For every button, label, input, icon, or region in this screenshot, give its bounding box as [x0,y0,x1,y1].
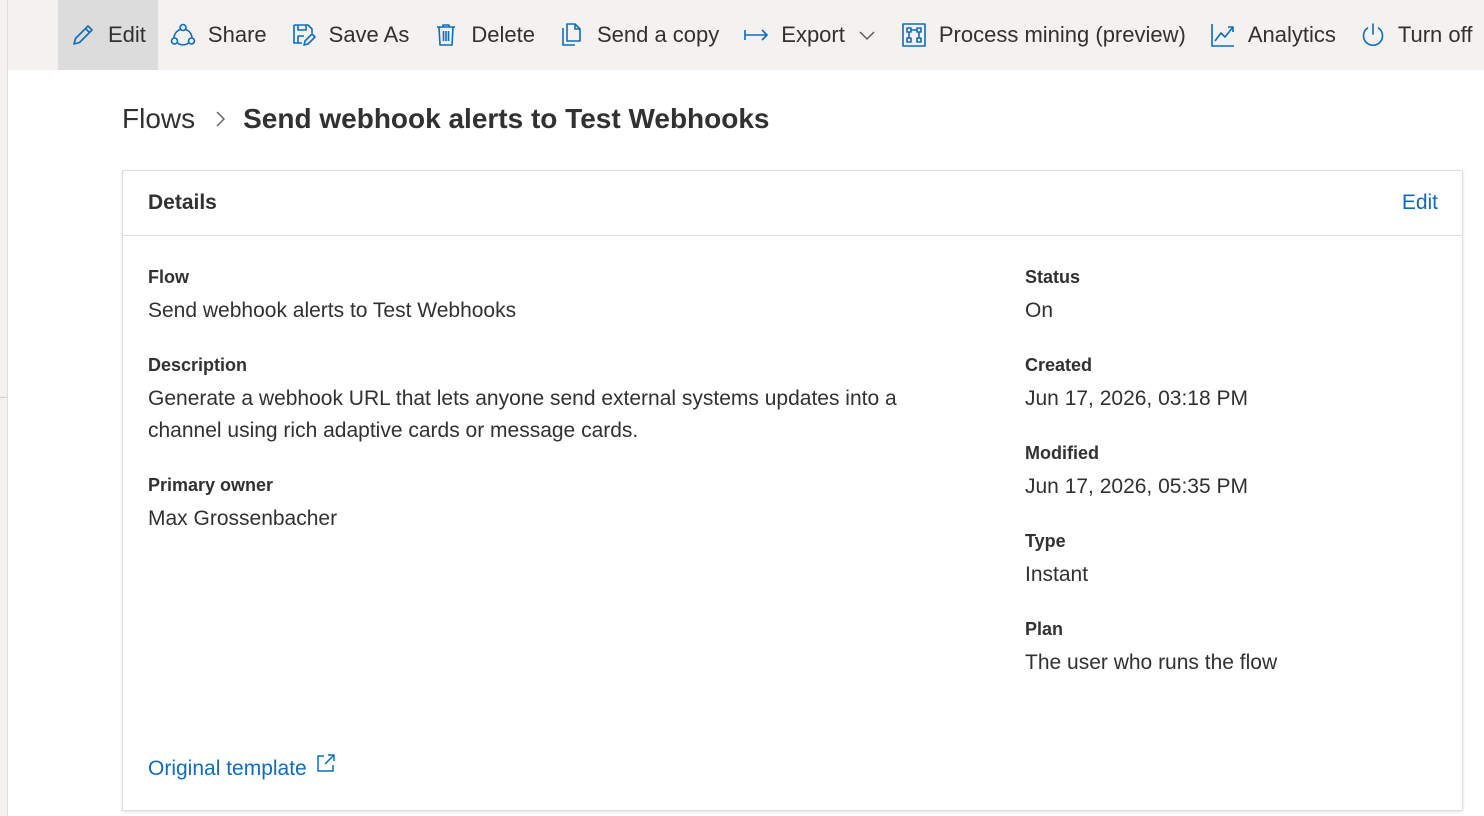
analytics-chart-icon [1210,22,1236,48]
status-field: Status On [1025,265,1445,327]
process-mining-label: Process mining (preview) [938,22,1186,47]
turn-off-label: Turn off [1397,22,1473,47]
original-template-link[interactable]: Original template [148,754,337,781]
owner-label: Primary owner [148,475,274,495]
main-content: Edit Share Save As Delete Send a copy Ex… [8,0,1484,816]
flow-label: Flow [148,267,189,287]
export-arrow-icon [743,22,769,48]
process-mining-icon [901,22,927,48]
plan-field: Plan The user who runs the flow [1025,617,1445,679]
external-link-icon [315,752,337,774]
left-nav-edge [0,0,8,816]
pencil-icon [70,22,96,48]
flow-value: Send webhook alerts to Test Webhooks [148,299,517,322]
turn-off-button[interactable]: Turn off [1348,0,1484,70]
flow-field: Flow Send webhook alerts to Test Webhook… [148,265,968,327]
chevron-down-icon [857,25,877,45]
send-copy-label: Send a copy [596,22,720,47]
process-mining-button[interactable]: Process mining (preview) [889,0,1198,70]
type-field: Type Instant [1025,529,1445,591]
export-label: Export [781,22,845,47]
save-as-button[interactable]: Save As [279,0,422,70]
delete-label: Delete [471,22,535,47]
created-label: Created [1025,355,1093,375]
breadcrumb: Flows Send webhook alerts to Test Webhoo… [122,96,770,142]
status-value: On [1025,299,1054,322]
plan-value: The user who runs the flow [1025,651,1278,674]
owner-field: Primary owner Max Grossenbacher [148,473,968,535]
edit-label: Edit [108,22,146,47]
chevron-right-icon [211,110,229,128]
details-edit-link[interactable]: Edit [1402,191,1438,215]
created-field: Created Jun 17, 2026, 03:18 PM [1025,353,1445,415]
owner-value: Max Grossenbacher [148,507,338,530]
status-label: Status [1025,267,1081,287]
created-value: Jun 17, 2026, 03:18 PM [1025,387,1248,410]
edit-button[interactable]: Edit [58,0,158,70]
analytics-label: Analytics [1247,22,1336,47]
delete-button[interactable]: Delete [421,0,547,70]
details-card: Details Edit Flow Send webhook alerts to… [122,170,1463,811]
analytics-button[interactable]: Analytics [1198,0,1348,70]
share-button[interactable]: Share [158,0,279,70]
export-button[interactable]: Export [731,0,889,70]
description-label: Description [148,355,248,375]
breadcrumb-flows-link[interactable]: Flows [122,103,195,135]
details-card-header: Details Edit [123,171,1462,236]
share-label: Share [207,22,267,47]
description-field: Description Generate a webhook URL that … [148,353,948,447]
copy-icon [559,22,585,48]
save-as-icon [291,22,317,48]
power-icon [1360,22,1386,48]
details-title: Details [148,191,217,214]
trash-icon [433,22,459,48]
page-title: Send webhook alerts to Test Webhooks [243,103,770,134]
share-icon [170,22,196,48]
type-label: Type [1025,531,1066,551]
save-as-label: Save As [328,22,410,47]
command-bar: Edit Share Save As Delete Send a copy Ex… [8,0,1484,70]
modified-label: Modified [1025,443,1099,463]
description-value: Generate a webhook URL that lets anyone … [148,387,897,442]
send-copy-button[interactable]: Send a copy [547,0,731,70]
modified-value: Jun 17, 2026, 05:35 PM [1025,475,1248,498]
original-template-label: Original template [148,757,307,780]
type-value: Instant [1025,563,1089,586]
page: Edit Share Save As Delete Send a copy Ex… [0,0,1484,816]
plan-label: Plan [1025,619,1064,639]
modified-field: Modified Jun 17, 2026, 05:35 PM [1025,441,1445,503]
